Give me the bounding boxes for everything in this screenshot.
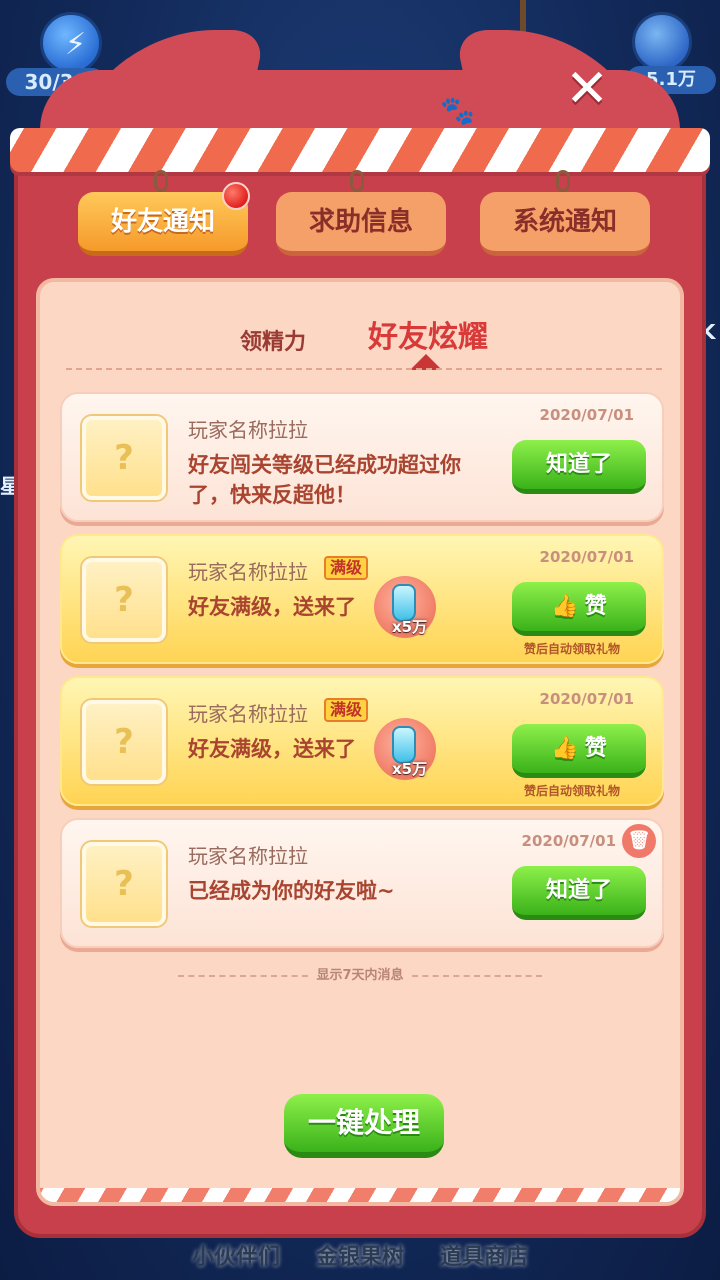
like-button[interactable]: 👍 赞 <box>512 724 646 778</box>
close-button[interactable]: ✕ <box>560 62 614 116</box>
coin-icon <box>632 12 692 72</box>
player-name: 玩家名称拉拉 <box>188 844 308 868</box>
message-date: 2020/07/01 <box>539 548 634 566</box>
avatar: ? <box>82 842 166 926</box>
subtab-get-energy[interactable]: 领精力 <box>240 324 306 356</box>
gift-bubble: x5万 <box>374 576 436 638</box>
nav-friends: 小伙伴们 <box>191 1245 280 1270</box>
unknown-avatar-icon: ? <box>114 722 134 762</box>
tab-hook <box>154 170 168 192</box>
avatar: ? <box>82 558 166 642</box>
max-level-badge: 满级 <box>324 556 369 580</box>
background-bottom-nav: 小伙伴们 金银果树 道具商店 <box>0 1236 720 1280</box>
nav-fruit-tree: 金银果树 <box>315 1245 404 1270</box>
unknown-avatar-icon: ? <box>114 580 134 620</box>
message-card: ? 玩家名称拉拉 好友闯关等级已经成功超过你了，快来反超他！ 2020/07/0… <box>60 392 664 522</box>
message-date: 2020/07/01 <box>521 832 616 850</box>
message-card: ? 玩家名称拉拉 满级 好友满级，送来了 x5万 2020/07/01 👍 赞 赞… <box>60 534 664 664</box>
message-card: ? 玩家名称拉拉 满级 好友满级，送来了 x5万 2020/07/01 👍 赞 赞… <box>60 676 664 806</box>
player-name: 玩家名称拉拉 <box>188 418 308 442</box>
message-text: 已经成为你的好友啦~ <box>188 879 395 903</box>
thumbs-up-icon: 👍 <box>551 736 579 761</box>
bottom-stripe <box>40 1188 680 1202</box>
tab-hook <box>350 170 364 192</box>
like-button-label: 赞 <box>584 594 607 619</box>
subtab-friend-showoff[interactable]: 好友炫耀 <box>368 312 488 356</box>
unknown-avatar-icon: ? <box>114 438 134 478</box>
gift-quantity: x5万 <box>392 618 428 636</box>
footer-note-text: 显示7天内消息 <box>316 968 404 983</box>
notification-dot <box>222 182 250 210</box>
message-date: 2020/07/01 <box>539 406 634 424</box>
gift-quantity: x5万 <box>392 760 428 778</box>
tab-hook <box>556 170 570 192</box>
avatar: ? <box>82 700 166 784</box>
message-text: 好友满级，送来了 <box>188 737 356 761</box>
unknown-avatar-icon: ? <box>114 864 134 904</box>
got-it-button[interactable]: 知道了 <box>512 866 646 920</box>
like-button-label: 赞 <box>584 736 607 761</box>
trash-icon[interactable]: 🗑 <box>622 824 656 858</box>
divider <box>66 368 662 370</box>
message-text: 好友闯关等级已经成功超过你了，快来反超他！ <box>188 453 461 507</box>
gift-bubble: x5万 <box>374 718 436 780</box>
message-list-area: 领精力 好友炫耀 ? 玩家名称拉拉 好友闯关等级已经成功超过你了，快来反超他！ … <box>36 278 684 1206</box>
message-card: ? 玩家名称拉拉 已经成为你的好友啦~ 2020/07/01 🗑 知道了 <box>60 818 664 948</box>
avatar: ? <box>82 416 166 500</box>
energy-icon: ⚡ <box>40 12 102 74</box>
tab-help-info[interactable]: 求助信息 <box>276 192 446 256</box>
like-hint: 赞后自动领取礼物 <box>524 642 621 656</box>
like-hint: 赞后自动领取礼物 <box>524 784 621 798</box>
paw-icon: 🐾 <box>440 94 475 127</box>
nav-item-shop: 道具商店 <box>440 1245 529 1270</box>
like-button[interactable]: 👍 赞 <box>512 582 646 636</box>
footer-note: 显示7天内消息 <box>40 964 680 983</box>
awning-stripe <box>10 128 710 172</box>
thumbs-up-icon: 👍 <box>551 594 579 619</box>
tab-system-notice[interactable]: 系统通知 <box>480 192 650 256</box>
player-name: 玩家名称拉拉 <box>188 702 308 726</box>
message-date: 2020/07/01 <box>539 690 634 708</box>
max-level-badge: 满级 <box>324 698 369 722</box>
process-all-button[interactable]: 一键处理 <box>284 1094 444 1158</box>
message-text: 好友满级，送来了 <box>188 595 356 619</box>
player-name: 玩家名称拉拉 <box>188 560 308 584</box>
got-it-button[interactable]: 知道了 <box>512 440 646 494</box>
